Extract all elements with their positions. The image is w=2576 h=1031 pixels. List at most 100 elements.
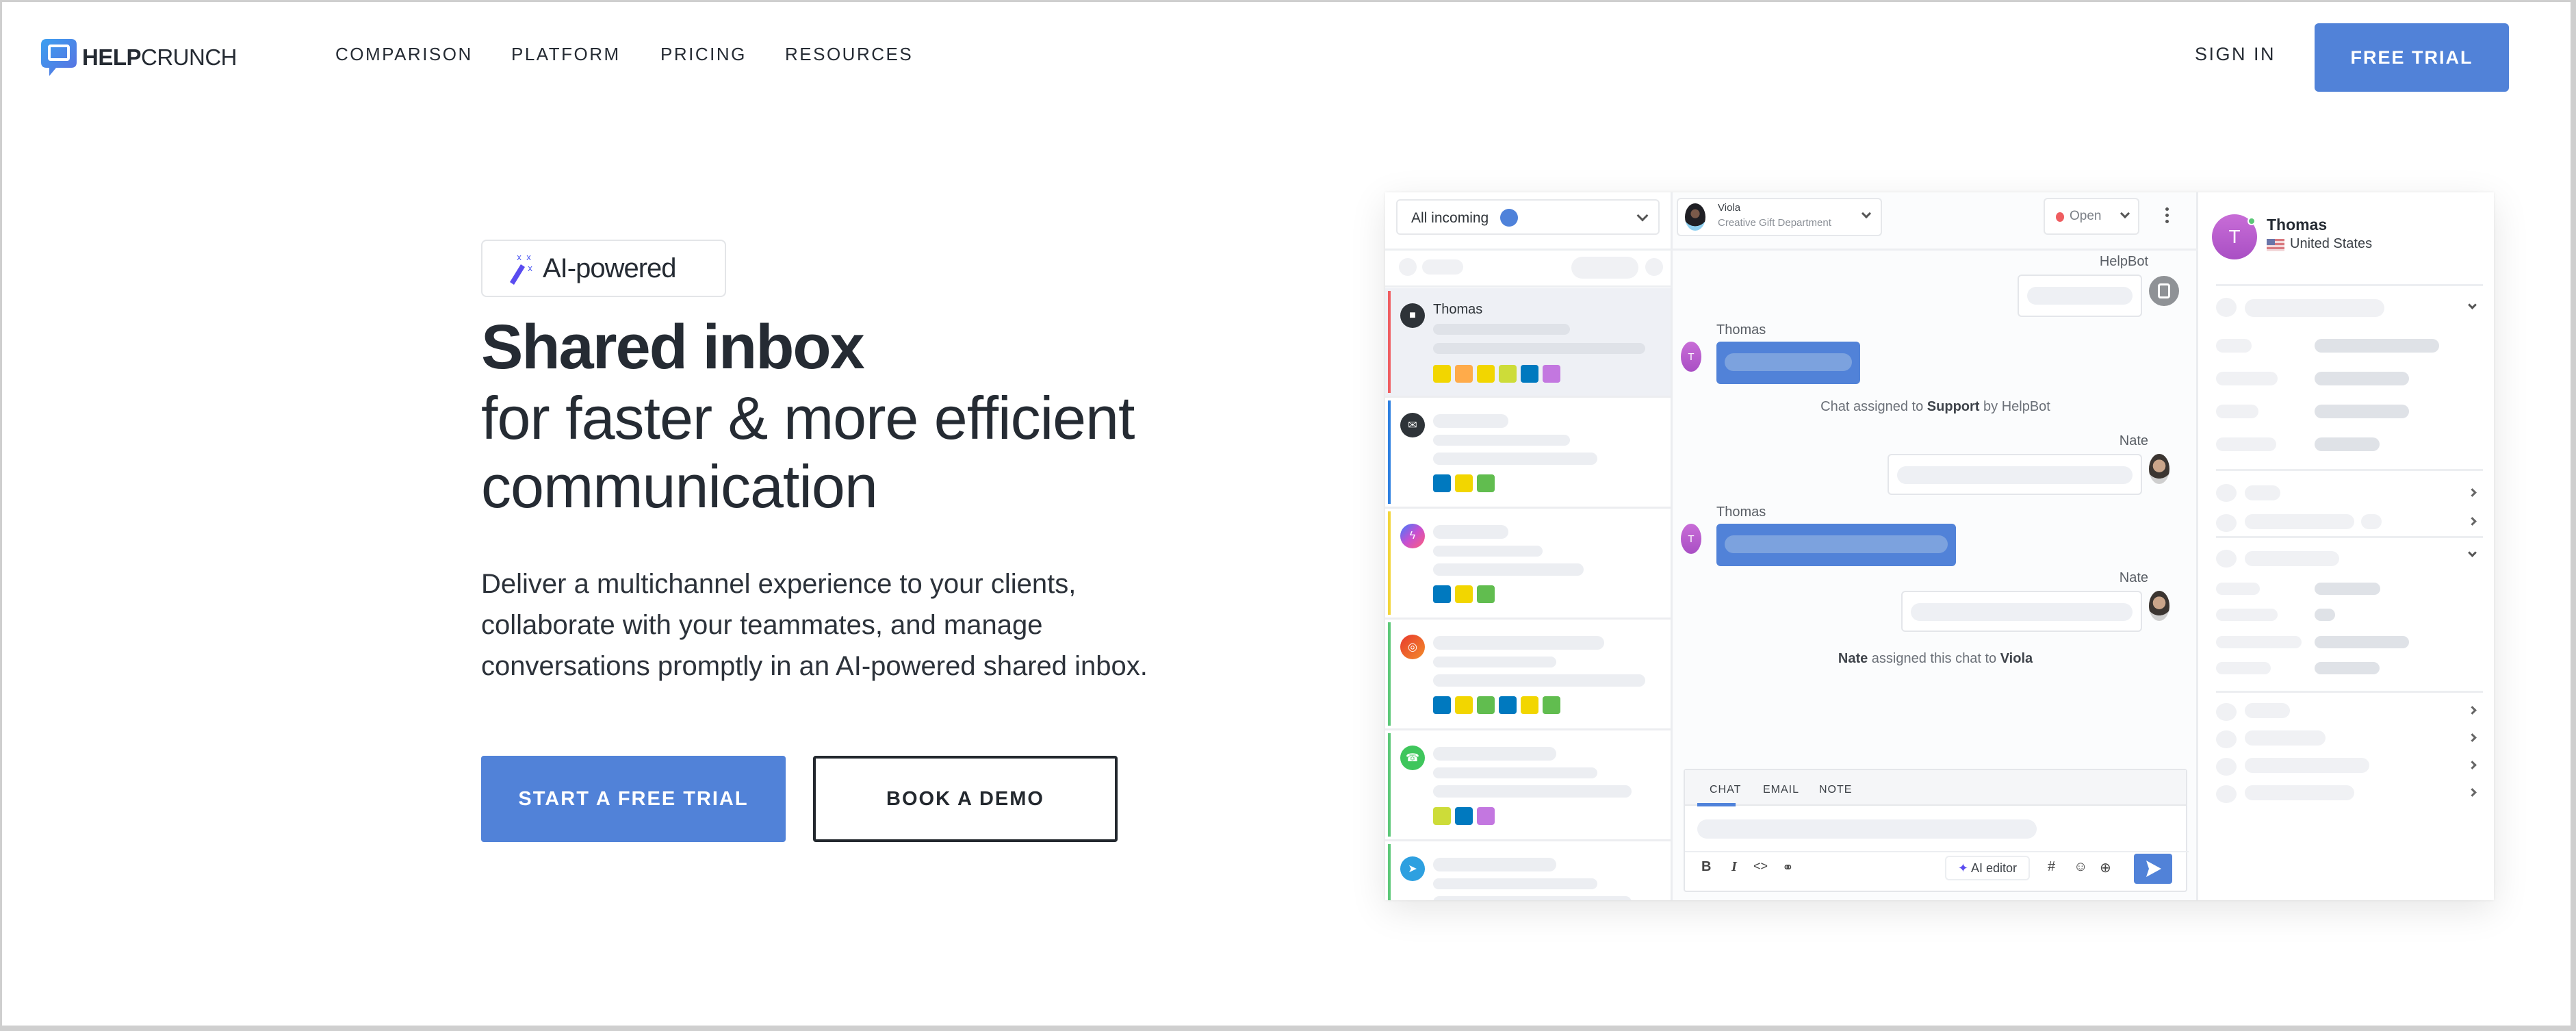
conversation-item[interactable]: ➤ — [1385, 841, 1671, 900]
skeleton — [2315, 662, 2380, 674]
tag — [1477, 807, 1495, 825]
channel-accent-bar — [1388, 844, 1391, 900]
skeleton — [2216, 405, 2258, 418]
skeleton — [1645, 258, 1663, 276]
skeleton — [2216, 583, 2260, 595]
add-icon[interactable]: ⊕ — [2100, 859, 2111, 876]
skeleton — [1571, 257, 1638, 279]
skeleton — [2216, 514, 2237, 532]
skeleton — [1433, 767, 1597, 778]
status-dropdown[interactable]: Open — [2044, 198, 2139, 235]
skeleton — [1399, 258, 1417, 276]
assignee-dropdown[interactable]: Viola Creative Gift Department — [1677, 198, 1882, 236]
tag — [1455, 585, 1473, 603]
tag — [1433, 807, 1451, 825]
chevron-down-icon[interactable] — [2468, 301, 2477, 309]
hero-title: Shared inbox — [481, 312, 865, 382]
skeleton — [2315, 636, 2409, 648]
message-author: Nate — [2119, 433, 2148, 448]
skeleton — [2216, 703, 2237, 721]
tag — [1455, 474, 1473, 492]
code-icon[interactable]: <> — [1753, 859, 1768, 874]
skeleton — [2315, 372, 2409, 385]
conversation-item[interactable]: ✉ — [1385, 398, 1671, 509]
skeleton — [1433, 525, 1508, 539]
tag-list — [1433, 696, 1560, 714]
hashtag-icon[interactable]: # — [2048, 859, 2055, 875]
conversation-item[interactable]: ☎ — [1385, 730, 1671, 841]
nav-platform[interactable]: PLATFORM — [511, 44, 621, 65]
chevron-down-icon[interactable] — [2468, 548, 2477, 557]
channel-accent-bar — [1388, 511, 1391, 615]
chevron-right-icon[interactable] — [2468, 517, 2477, 526]
tag — [1521, 365, 1538, 383]
us-flag-icon — [2267, 239, 2284, 251]
tab-note[interactable]: NOTE — [1819, 784, 1852, 796]
chevron-right-icon[interactable] — [2468, 488, 2477, 497]
chevron-right-icon[interactable] — [2468, 788, 2477, 797]
chevron-right-icon[interactable] — [2468, 706, 2477, 715]
nav-comparison[interactable]: COMPARISON — [335, 44, 473, 65]
italic-icon[interactable]: I — [1731, 859, 1737, 875]
whatsapp-icon: ☎ — [1400, 746, 1425, 770]
skeleton — [2216, 437, 2276, 451]
hero-description: Deliver a multichannel experience to you… — [481, 563, 1268, 687]
nate-avatar — [2149, 591, 2169, 621]
tag — [1499, 696, 1517, 714]
skeleton — [1433, 674, 1645, 687]
skeleton — [2216, 484, 2237, 502]
message-author: Nate — [2119, 570, 2148, 585]
skeleton — [2216, 662, 2271, 674]
nav-pricing[interactable]: PRICING — [660, 44, 747, 65]
inbox-filter-dropdown[interactable]: All incoming — [1396, 199, 1660, 235]
tab-chat[interactable]: CHAT — [1710, 784, 1741, 796]
start-free-trial-button[interactable]: START A FREE TRIAL — [481, 756, 786, 842]
skeleton — [2245, 785, 2354, 800]
contact-country: United States — [2290, 236, 2373, 251]
more-options-icon[interactable] — [2165, 207, 2169, 223]
chevron-right-icon[interactable] — [2468, 761, 2477, 769]
contact-name: Thomas — [2267, 216, 2328, 233]
skeleton — [2315, 609, 2335, 621]
sign-in-link[interactable]: SIGN IN — [2195, 44, 2276, 65]
tag-list — [1433, 807, 1495, 825]
skeleton — [1433, 414, 1508, 428]
assignee-name: Viola — [1718, 202, 1741, 214]
tag — [1543, 696, 1560, 714]
tag — [1477, 365, 1495, 383]
email-icon: ✉ — [1400, 413, 1425, 437]
message-composer: CHAT EMAIL NOTE B I <> ⚭ ✦ AI editor # ☺… — [1684, 769, 2189, 892]
tag — [1477, 474, 1495, 492]
tag — [1433, 696, 1451, 714]
tab-email[interactable]: EMAIL — [1763, 784, 1799, 796]
message-bubble — [2018, 275, 2142, 317]
ai-editor-button[interactable]: ✦ AI editor — [1945, 856, 2030, 880]
tag-list — [1433, 585, 1495, 603]
chevron-right-icon[interactable] — [2468, 733, 2477, 742]
message-author: Thomas — [1716, 505, 1766, 520]
description-line: collaborate with your teammates, and man… — [481, 610, 1043, 640]
tag-list — [1433, 474, 1495, 492]
inbox-filter-label: All incoming — [1411, 210, 1489, 226]
conversation-item[interactable]: ■ Thomas — [1385, 288, 1671, 398]
skeleton — [2315, 583, 2380, 595]
skeleton — [1433, 858, 1556, 871]
logo[interactable]: HELPCRUNCH — [40, 36, 237, 79]
send-button[interactable] — [2134, 854, 2172, 884]
skeleton — [1433, 435, 1570, 446]
emoji-icon[interactable]: ☺ — [2074, 859, 2087, 875]
message-bubble — [1901, 591, 2142, 632]
hero-subtitle-line1: for faster & more efficient — [481, 384, 1135, 452]
bold-icon[interactable]: B — [1701, 859, 1711, 875]
conversation-item[interactable]: ϟ — [1385, 509, 1671, 620]
skeleton — [2245, 551, 2339, 566]
description-line: conversations promptly in an AI-powered … — [481, 651, 1148, 681]
link-icon[interactable]: ⚭ — [1782, 859, 1794, 876]
magic-wand-icon: x x x — [510, 253, 532, 285]
nav-resources[interactable]: RESOURCES — [785, 44, 913, 65]
chevron-down-icon — [1636, 209, 1649, 222]
free-trial-button[interactable]: FREE TRIAL — [2315, 23, 2509, 92]
message-input[interactable] — [1697, 819, 2037, 839]
conversation-item[interactable]: ◎ — [1385, 620, 1671, 730]
book-demo-button[interactable]: BOOK A DEMO — [813, 756, 1118, 842]
